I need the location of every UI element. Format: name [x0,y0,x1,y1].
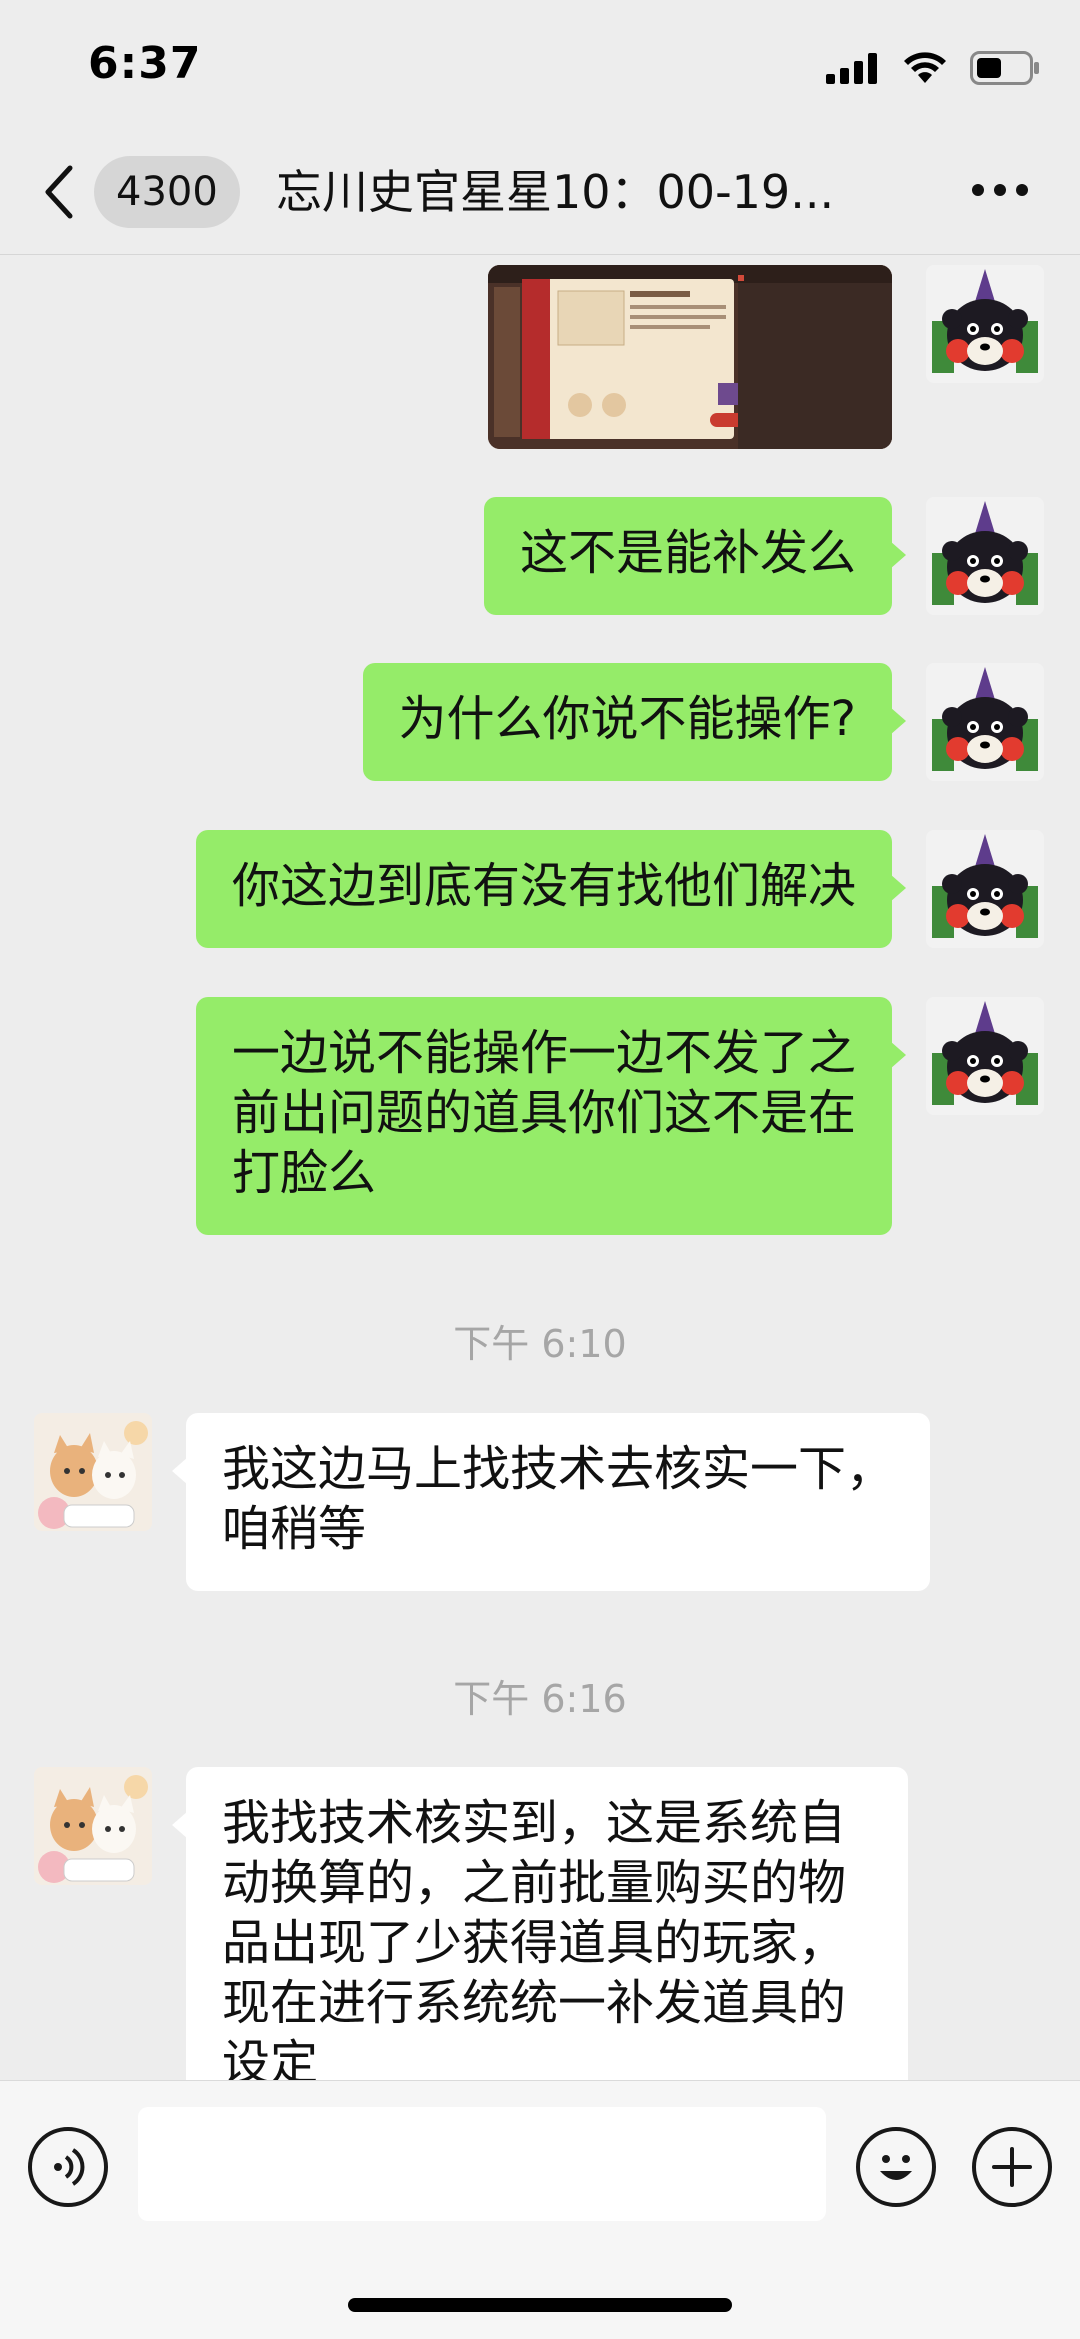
message-text-line: 现在进行系统统一补发道具的 [222,1975,847,2031]
message-text-line: 我这边马上找技术去核实一下， [222,1441,895,1497]
voice-icon[interactable] [28,2127,108,2207]
sent-message-bubble[interactable]: 这不是能补发么 [483,497,907,615]
message-text-line: 设定 [222,2035,319,2080]
wechat-chat-screen: 6:37 4300 忘川史官星星10：00-19... 这不是能补发么 为什么你… [0,0,1080,2339]
message-text-line: 品出现了少获得道具的玩家， [222,1915,847,1971]
more-icon[interactable] [972,180,1028,200]
status-icons [826,48,1040,88]
my-avatar[interactable] [926,497,1044,615]
emoji-icon[interactable] [856,2127,936,2207]
status-bar: 6:37 [0,0,1080,130]
sent-message-bubble[interactable]: 为什么你说不能操作? [362,663,907,781]
contact-avatar[interactable] [34,1413,152,1531]
image-message[interactable] [488,265,892,449]
sent-message-bubble[interactable]: 一边说不能操作一边不发了之 前出问题的道具你们这不是在 打脸么 [195,997,907,1235]
received-message-bubble[interactable]: 我这边马上找技术去核实一下， 咱稍等 [171,1413,931,1591]
message-text-line: 前出问题的道具你们这不是在 [231,1085,856,1141]
message-text-line: 动换算的，之前批量购买的物 [222,1855,847,1911]
chat-title: 忘川史官星星10：00-19... [276,165,835,219]
message-text: 这不是能补发么 [519,525,856,581]
chat-header: 4300 忘川史官星星10：00-19... [0,130,1080,255]
game-screenshot-thumbnail [488,265,892,449]
battery-icon [970,51,1039,85]
message-text-line: 一边说不能操作一边不发了之 [231,1025,856,1081]
message-timestamp: 下午 6:16 [453,1677,627,1721]
contact-avatar[interactable] [34,1767,152,1885]
message-input[interactable] [138,2107,826,2221]
my-avatar[interactable] [926,663,1044,781]
message-text-line: 咱稍等 [222,1501,367,1557]
wifi-icon [904,52,946,83]
message-list[interactable]: 这不是能补发么 为什么你说不能操作? 你这边到底有没有找他们解决 一边说不能操作… [0,255,1080,2080]
plus-icon[interactable] [972,2127,1052,2207]
message-timestamp: 下午 6:10 [453,1322,627,1366]
message-text: 你这边到底有没有找他们解决 [231,858,856,914]
back-arrow-icon[interactable] [40,162,80,222]
home-indicator[interactable] [348,2298,732,2312]
sent-message-bubble[interactable]: 你这边到底有没有找他们解决 [195,830,907,948]
my-avatar[interactable] [926,265,1044,383]
unread-count-badge[interactable]: 4300 [94,156,240,228]
message-text-line: 打脸么 [231,1145,376,1201]
status-time: 6:37 [88,38,202,89]
message-text: 为什么你说不能操作? [398,691,856,747]
my-avatar[interactable] [926,830,1044,948]
received-message-bubble[interactable]: 我找技术核实到，这是系统自 动换算的，之前批量购买的物 品出现了少获得道具的玩家… [172,1767,908,2080]
my-avatar[interactable] [926,997,1044,1115]
message-text-line: 我找技术核实到，这是系统自 [222,1795,847,1851]
signal-icon [826,53,877,84]
